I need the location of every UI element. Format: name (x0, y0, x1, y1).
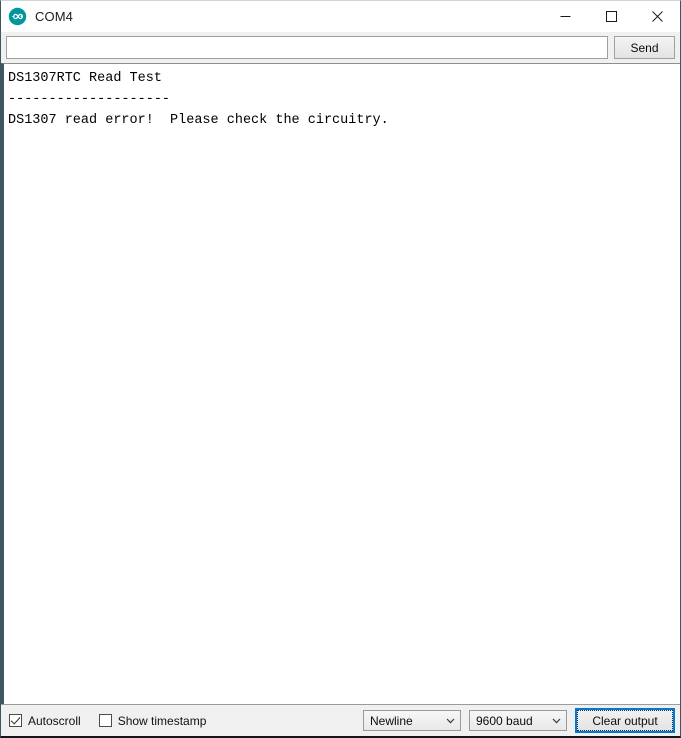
close-icon[interactable] (634, 1, 680, 32)
checkbox-icon-autoscroll (9, 714, 22, 727)
bottom-toolbar: Autoscroll Show timestamp Newline 9600 b… (1, 704, 680, 736)
clear-output-label: Clear output (592, 713, 658, 728)
serial-monitor-window: COM4 Send DS1307RTC Read Test ----------… (0, 0, 681, 738)
console-output-area[interactable]: DS1307RTC Read Test --------------------… (1, 63, 680, 704)
checkbox-icon-show-timestamp (98, 714, 112, 727)
send-button[interactable]: Send (614, 36, 675, 59)
show-timestamp-label: Show timestamp (117, 713, 207, 728)
chevron-down-icon (550, 714, 563, 727)
maximize-icon[interactable] (588, 1, 634, 32)
autoscroll-label: Autoscroll (28, 713, 81, 728)
focus-ring: Clear output (577, 710, 673, 731)
baud-rate-value: 9600 baud (476, 713, 533, 728)
send-bar: Send (1, 32, 680, 63)
window-title: COM4 (35, 9, 73, 24)
window-controls (542, 1, 680, 32)
title-bar-left: COM4 (1, 7, 73, 26)
arduino-logo-icon (8, 7, 27, 26)
baud-rate-select[interactable]: 9600 baud (469, 710, 567, 731)
console-text: DS1307RTC Read Test --------------------… (8, 71, 389, 128)
line-ending-value: Newline (370, 713, 413, 728)
title-bar: COM4 (1, 1, 680, 32)
show-timestamp-checkbox[interactable]: Show timestamp (98, 713, 207, 728)
autoscroll-checkbox[interactable]: Autoscroll (9, 714, 81, 727)
clear-output-button[interactable]: Clear output (575, 708, 675, 733)
chevron-down-icon (444, 714, 457, 727)
minimize-icon[interactable] (542, 1, 588, 32)
send-input[interactable] (6, 36, 608, 59)
line-ending-select[interactable]: Newline (363, 710, 461, 731)
